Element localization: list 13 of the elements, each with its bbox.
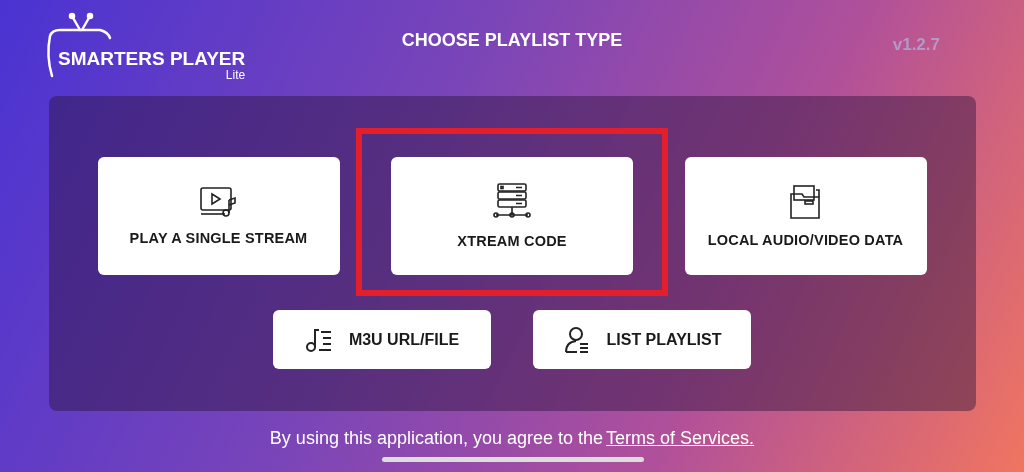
server-network-icon [492, 183, 532, 221]
agreement-text: By using this application, you agree to the [269, 428, 604, 449]
playlist-option-button[interactable]: LIST PLAYLIST [533, 310, 751, 369]
video-music-icon [198, 186, 239, 218]
app-name: SMARTERS PLAYER [58, 48, 246, 70]
page-title: CHOOSE PLAYLIST TYPE [401, 30, 623, 51]
edition-label: Lite [225, 68, 246, 82]
terms-link[interactable]: Terms of Services. [606, 428, 755, 449]
playlist-type-card[interactable]: LOCAL AUDIO/VIDEO DATA [684, 157, 927, 275]
playlist-type-card[interactable]: XTREAM CODE [391, 157, 633, 275]
playlist-type-card[interactable]: PLAY A SINGLE STREAM [97, 157, 340, 275]
version-label: v1.2.7 [892, 35, 940, 55]
playlist-option-button[interactable]: M3U URL/FILE [273, 310, 491, 369]
